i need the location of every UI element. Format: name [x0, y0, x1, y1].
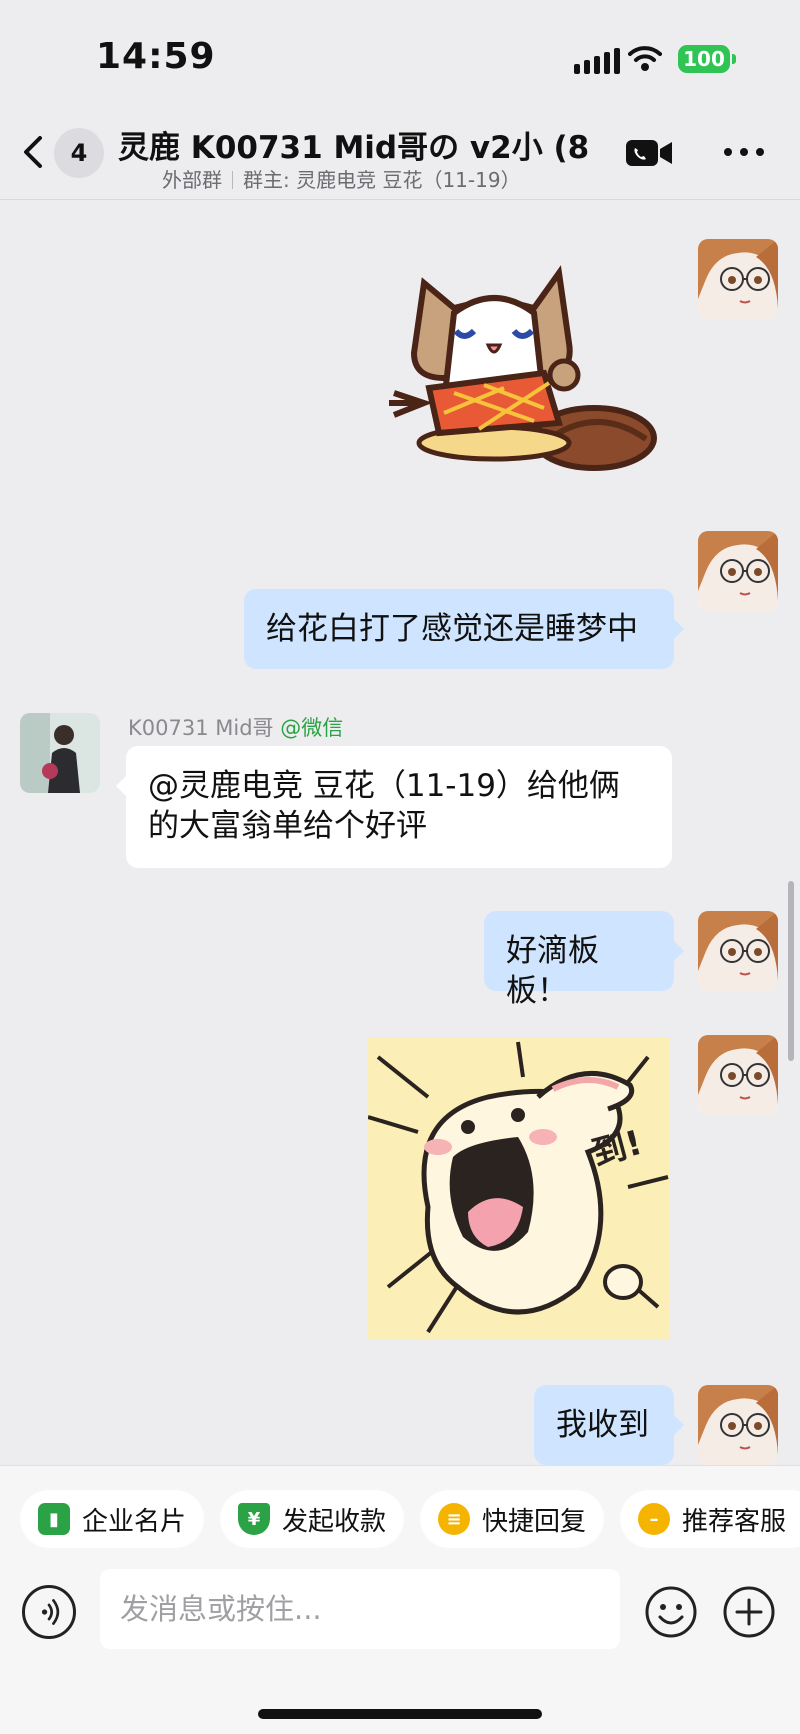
divider — [232, 171, 233, 189]
message-input[interactable] — [100, 1569, 620, 1649]
anime-girl-avatar-icon — [698, 531, 778, 611]
quick-reply-icon: ≡ — [438, 1503, 470, 1535]
status-bar: 14:59 100 — [0, 0, 800, 110]
input-bar — [0, 1567, 800, 1734]
cat-holding-bread-sticker[interactable] — [384, 253, 664, 478]
message-bubble[interactable]: 给花白打了感觉还是睡梦中 — [244, 589, 684, 669]
my-avatar[interactable] — [698, 911, 778, 991]
recommend-service-icon: – — [638, 1503, 670, 1535]
add-attachment-icon[interactable] — [722, 1585, 776, 1639]
sender-name-text: K00731 Mid哥 — [128, 716, 274, 740]
business-card-icon: ▮ — [38, 1503, 70, 1535]
chat-header: 4 灵鹿 K00731 Mid哥の v2小 (8) 外部群 群主: 灵鹿电竞 豆花… — [0, 110, 800, 200]
my-avatar[interactable] — [698, 239, 778, 319]
wifi-icon — [628, 46, 662, 71]
bunny-shouting-drawing: 到! — [367, 1037, 670, 1339]
video-call-icon[interactable] — [624, 136, 674, 170]
more-options-icon[interactable] — [722, 140, 766, 164]
anime-girl-avatar-icon — [698, 1385, 778, 1465]
message-bubble[interactable]: 我收到 — [534, 1385, 684, 1465]
back-arrow-icon[interactable] — [14, 128, 54, 176]
cellular-signal-icon — [574, 48, 620, 74]
sender-source: @微信 — [280, 716, 344, 740]
my-avatar[interactable] — [698, 1385, 778, 1465]
group-subtitle: 外部群 群主: 灵鹿电竞 豆花（11-19） — [162, 164, 521, 193]
anime-girl-avatar-icon — [698, 911, 778, 991]
my-avatar[interactable] — [698, 531, 778, 611]
message-bubble[interactable]: @灵鹿电竞 豆花（11-19）给他俩的大富翁单给个好评 — [116, 746, 672, 868]
external-group-label: 外部群 — [162, 168, 222, 192]
quick-reply-chip[interactable]: ≡ 快捷回复 — [420, 1490, 605, 1548]
bunny-shouting-sticker[interactable]: 到! — [367, 1037, 670, 1339]
group-title[interactable]: 灵鹿 K00731 Mid哥の v2小 (8) — [118, 122, 588, 167]
request-payment-chip[interactable]: ¥ 发起收款 — [220, 1490, 405, 1548]
emoji-icon[interactable] — [644, 1585, 698, 1639]
battery-icon: 100 — [678, 45, 736, 73]
chip-label: 快捷回复 — [482, 1506, 587, 1537]
person-photo-avatar-icon — [20, 713, 100, 793]
voice-input-icon[interactable] — [22, 1585, 76, 1639]
chip-label: 推荐客服 — [682, 1506, 787, 1537]
group-owner-label: 群主: 灵鹿电竞 豆花（11-19） — [243, 168, 521, 192]
anime-girl-avatar-icon — [698, 1035, 778, 1115]
sender-avatar[interactable] — [20, 713, 100, 793]
message-bubble[interactable]: 好滴板板！ — [484, 911, 684, 1009]
home-indicator[interactable] — [258, 1709, 542, 1719]
anime-girl-avatar-icon — [698, 239, 778, 319]
chip-label: 发起收款 — [282, 1506, 387, 1537]
status-time: 14:59 — [96, 36, 216, 77]
business-card-chip[interactable]: ▮ 企业名片 — [20, 1490, 205, 1548]
my-avatar[interactable] — [698, 1035, 778, 1115]
yen-shield-icon: ¥ — [238, 1503, 270, 1535]
unread-count-badge[interactable]: 4 — [54, 128, 104, 178]
scrollbar[interactable] — [788, 881, 794, 1061]
quick-actions-bar: ▮ 企业名片 ¥ 发起收款 ≡ 快捷回复 – 推荐客服 — [0, 1465, 800, 1567]
message-list[interactable]: 给花白打了感觉还是睡梦中 K00731 Mid哥 @微信 @灵鹿电竞 豆花（11… — [0, 201, 800, 1465]
sender-name: K00731 Mid哥 @微信 — [128, 712, 343, 742]
chip-label: 企业名片 — [82, 1506, 187, 1537]
recommend-service-chip[interactable]: – 推荐客服 — [620, 1490, 800, 1548]
